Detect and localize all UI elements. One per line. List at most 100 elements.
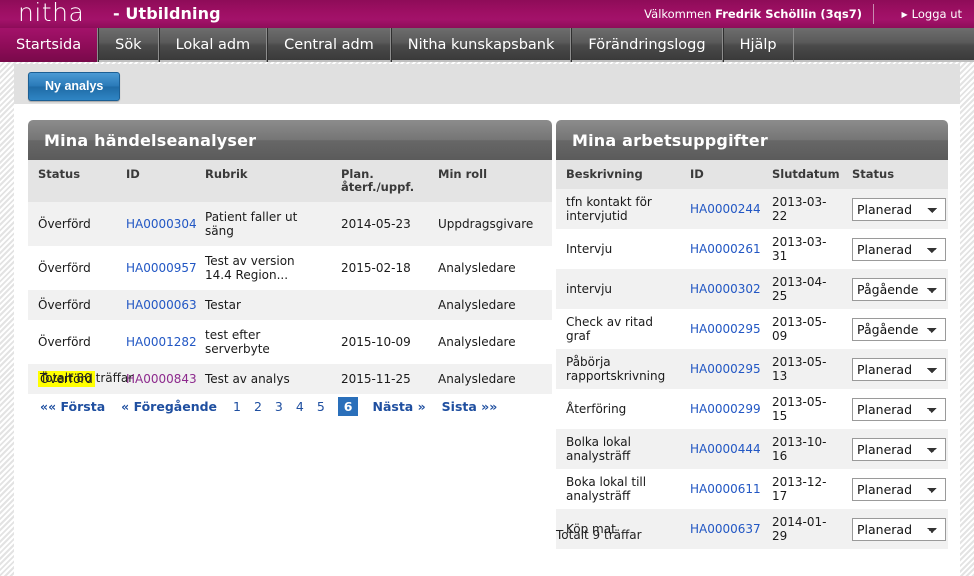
panel-my-tasks: Mina arbetsuppgifter Beskrivning ID Slut… <box>556 120 948 549</box>
tab-forandringslogg[interactable]: Förändringslogg <box>571 28 723 62</box>
analysis-id-link[interactable]: HA0001282 <box>126 335 197 349</box>
cell-status: Planerad <box>842 469 948 509</box>
cell-beskrivning: Bolka lokal analysträff <box>556 429 680 469</box>
cell-beskrivning: Återföring <box>556 389 680 429</box>
list-item[interactable]: Påbörja rapportskrivning HA0000295 2013-… <box>556 349 948 389</box>
col-beskrivning: Beskrivning <box>556 160 680 189</box>
analyses-total-count: Totalt 80 träffar <box>40 371 134 385</box>
cell-task-id: HA0000295 <box>680 349 762 389</box>
arrow-right-icon: ▶ <box>901 10 908 19</box>
task-status-select[interactable]: Planerad <box>852 237 946 261</box>
list-item[interactable]: Check av ritad graf HA0000295 2013-05-09… <box>556 309 948 349</box>
analysis-id-link[interactable]: HA0000304 <box>126 217 197 231</box>
pager-page-5[interactable]: 5 <box>317 399 325 414</box>
cell-plan: 2015-02-18 <box>331 246 428 290</box>
pager-page-2[interactable]: 2 <box>254 399 262 414</box>
task-status-select[interactable]: Planerad <box>852 357 946 381</box>
pager-first[interactable]: «« Första <box>40 399 105 414</box>
task-status-select[interactable]: Planerad <box>852 397 946 421</box>
cell-roll: Analysledare <box>428 246 552 290</box>
cell-slutdatum: 2013-04-25 <box>762 269 842 309</box>
cell-id: HA0000304 <box>116 202 197 246</box>
environment-subtitle: - Utbildning <box>113 4 221 23</box>
task-id-link[interactable]: HA0000295 <box>690 322 761 336</box>
panel-my-tasks-title: Mina arbetsuppgifter <box>556 120 948 160</box>
task-id-link[interactable]: HA0000444 <box>690 442 761 456</box>
cell-rubrik: Test av version 14.4 Region... <box>195 246 331 290</box>
list-item[interactable]: Boka lokal till analysträff HA0000611 20… <box>556 469 948 509</box>
pager-page-4[interactable]: 4 <box>296 399 304 414</box>
cell-beskrivning: Intervju <box>556 229 680 269</box>
cell-id: HA0000063 <box>116 290 197 320</box>
col-min-roll: Min roll <box>428 160 552 202</box>
cell-task-id: HA0000295 <box>680 309 762 349</box>
cell-slutdatum: 2013-05-09 <box>762 309 842 349</box>
logout-label: Logga ut <box>911 7 962 21</box>
cell-task-id: HA0000444 <box>680 429 762 469</box>
tasks-body: tfn kontakt för intervjutid HA0000244 20… <box>556 189 948 549</box>
task-status-select[interactable]: Pågående <box>852 317 946 341</box>
analysis-id-link[interactable]: HA0000957 <box>126 261 197 275</box>
task-id-link[interactable]: HA0000244 <box>690 202 761 216</box>
pager-page-1[interactable]: 1 <box>233 399 241 414</box>
logout-link[interactable]: ▶ Logga ut <box>902 0 963 30</box>
welcome-prefix: Välkommen <box>644 7 712 21</box>
task-status-select[interactable]: Planerad <box>852 437 946 461</box>
cell-slutdatum: 2013-03-22 <box>762 189 842 229</box>
task-status-select[interactable]: Planerad <box>852 477 946 501</box>
brand-bar: nitha - Utbildning Välkommen Fredrik Sch… <box>0 0 974 28</box>
cell-rubrik: Testar <box>195 290 331 320</box>
pager-next[interactable]: Nästa » <box>372 399 425 414</box>
tab-startsida[interactable]: Startsida <box>0 28 99 62</box>
cell-task-id: HA0000299 <box>680 389 762 429</box>
cell-status: Planerad <box>842 229 948 269</box>
cell-status: Överförd <box>28 246 116 290</box>
task-id-link[interactable]: HA0000611 <box>690 482 761 496</box>
tab-lokal-adm[interactable]: Lokal adm <box>158 28 268 62</box>
task-id-link[interactable]: HA0000637 <box>690 522 761 536</box>
analysis-id-link[interactable]: HA0000063 <box>126 298 197 312</box>
tab-central-adm[interactable]: Central adm <box>267 28 391 62</box>
tab-nitha-kunskapsbank[interactable]: Nitha kunskapsbank <box>390 28 572 62</box>
welcome-text: Välkommen Fredrik Schöllin (3qs7) <box>644 0 862 28</box>
task-id-link[interactable]: HA0000261 <box>690 242 761 256</box>
task-id-link[interactable]: HA0000299 <box>690 402 761 416</box>
task-status-select[interactable]: Pågående <box>852 277 946 301</box>
list-item[interactable]: tfn kontakt för intervjutid HA0000244 20… <box>556 189 948 229</box>
cell-roll: Uppdragsgivare <box>428 202 552 246</box>
pager-page-3[interactable]: 3 <box>275 399 283 414</box>
nav-filler <box>794 28 974 60</box>
task-id-link[interactable]: HA0000302 <box>690 282 761 296</box>
tasks-table: Beskrivning ID Slutdatum Status tfn kont… <box>556 160 948 549</box>
col-plan-line2: återf./uppf. <box>341 180 415 194</box>
cell-slutdatum: 2014-01-29 <box>762 509 842 549</box>
cell-slutdatum: 2013-03-31 <box>762 229 842 269</box>
cell-id: HA0000957 <box>116 246 197 290</box>
task-status-select[interactable]: Planerad <box>852 197 946 221</box>
cell-status: Planerad <box>842 189 948 229</box>
list-item[interactable]: Intervju HA0000261 2013-03-31 Planerad <box>556 229 948 269</box>
list-item[interactable]: Återföring HA0000299 2013-05-15 Planerad <box>556 389 948 429</box>
pager-last[interactable]: Sista »» <box>442 399 498 414</box>
tab-sok[interactable]: Sök <box>98 28 159 62</box>
task-status-select[interactable]: Planerad <box>852 517 946 541</box>
pager-previous[interactable]: « Föregående <box>121 399 217 414</box>
new-analysis-button[interactable]: Ny analys <box>28 72 121 101</box>
col-task-status: Status <box>842 160 948 189</box>
analyses-header-row: Status ID Rubrik Plan. återf./uppf. Min r… <box>28 160 552 202</box>
col-status: Status <box>28 160 116 202</box>
col-slutdatum: Slutdatum <box>762 160 842 189</box>
list-item[interactable]: Bolka lokal analysträff HA0000444 2013-1… <box>556 429 948 469</box>
cell-task-id: HA0000244 <box>680 189 762 229</box>
cell-task-id: HA0000611 <box>680 469 762 509</box>
cell-rubrik: Patient faller ut säng <box>195 202 331 246</box>
task-id-link[interactable]: HA0000295 <box>690 362 761 376</box>
table-row[interactable]: Överförd HA0000304 Patient faller ut sän… <box>28 202 552 246</box>
pager-current-page: 6 <box>337 397 359 416</box>
list-item[interactable]: intervju HA0000302 2013-04-25 Pågående <box>556 269 948 309</box>
tasks-total-count: Totalt 9 träffar <box>556 528 642 542</box>
table-row[interactable]: Överförd HA0000063 Testar Analysledare <box>28 290 552 320</box>
pagination: «« Första « Föregående 1 2 3 4 5 6 Nästa… <box>40 397 548 416</box>
tab-hjalp[interactable]: Hjälp <box>722 28 794 62</box>
table-row[interactable]: Överförd HA0000957 Test av version 14.4 … <box>28 246 552 290</box>
